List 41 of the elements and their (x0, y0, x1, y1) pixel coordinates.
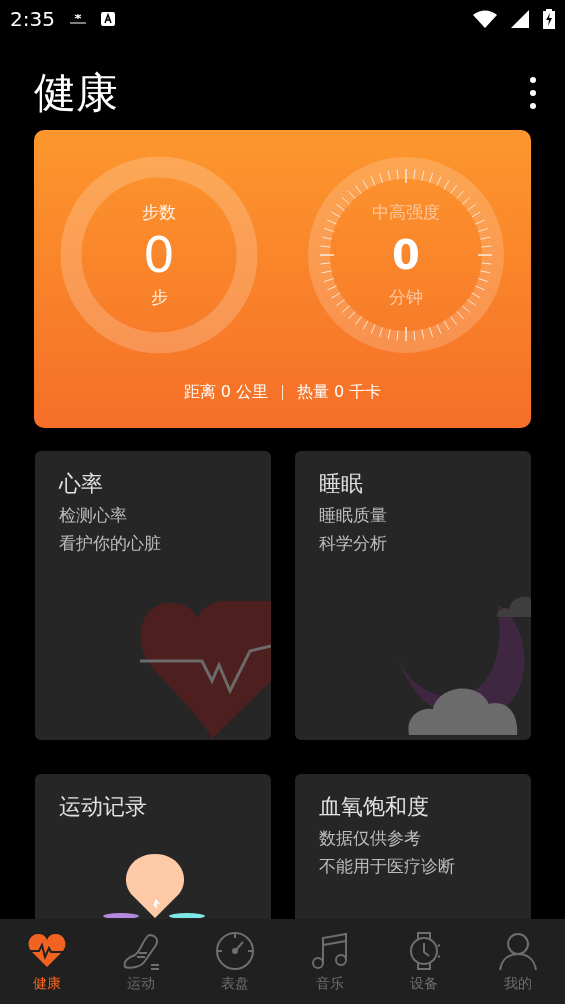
nav-tab[interactable]: 我的 (470, 919, 565, 1004)
card-subtitle: 不能用于医疗诊断 (319, 855, 456, 878)
nav-tab[interactable]: 音乐 (282, 919, 377, 1004)
activity-summary-card[interactable]: 步数 0 步 中高强度 0 分钟 距离 0 公里 热量 0 千卡 (34, 130, 531, 428)
shoe-icon (121, 931, 162, 971)
feature-card[interactable]: 血氧饱和度 数据仅供参考 不能用于医疗诊断 (295, 774, 531, 919)
card-subtitle: 数据仅供参考 (319, 827, 422, 850)
nav-tab[interactable]: 设备 (376, 919, 471, 1004)
battery-charging-icon (543, 9, 555, 29)
nav-tab[interactable]: 运动 (94, 919, 189, 1004)
font-app-icon (100, 12, 115, 26)
intensity-label: 中高强度 (372, 201, 440, 224)
status-time: 2:35 (10, 7, 55, 31)
more-menu-icon[interactable] (529, 76, 537, 110)
feature-card[interactable]: 运动记录 (35, 774, 271, 919)
card-title: 血氧饱和度 (319, 793, 430, 821)
card-title: 运动记录 (59, 793, 148, 821)
feature-card[interactable]: 睡眠 睡眠质量 科学分析 (295, 451, 531, 740)
page-title: 健康 (34, 67, 118, 119)
steps-unit: 步 (150, 286, 168, 309)
card-title: 睡眠 (319, 470, 364, 498)
signal-icon (511, 10, 529, 28)
intensity-value: 0 (392, 231, 420, 280)
card-subtitle: 看护你的心脏 (59, 532, 162, 555)
card-subtitle: 科学分析 (319, 532, 388, 555)
person-icon (497, 931, 538, 971)
distance-text: 距离 0 公里 (183, 382, 268, 403)
gauge-icon (215, 931, 256, 971)
card-title: 心率 (59, 470, 104, 498)
card-subtitle: 检测心率 (59, 504, 128, 527)
intensity-unit: 分钟 (389, 286, 423, 309)
notification-icon (68, 14, 87, 24)
steps-label: 步数 (142, 201, 176, 224)
card-subtitle: 睡眠质量 (319, 504, 388, 527)
nav-tab[interactable]: 表盘 (188, 919, 283, 1004)
feature-card[interactable]: 心率 检测心率 看护你的心脏 (35, 451, 271, 740)
wifi-icon (473, 10, 497, 28)
steps-value: 0 (143, 225, 175, 286)
calories-text: 热量 0 千卡 (297, 382, 382, 403)
music-note-icon (309, 931, 350, 971)
nav-tab[interactable]: 健康 (0, 919, 95, 1004)
